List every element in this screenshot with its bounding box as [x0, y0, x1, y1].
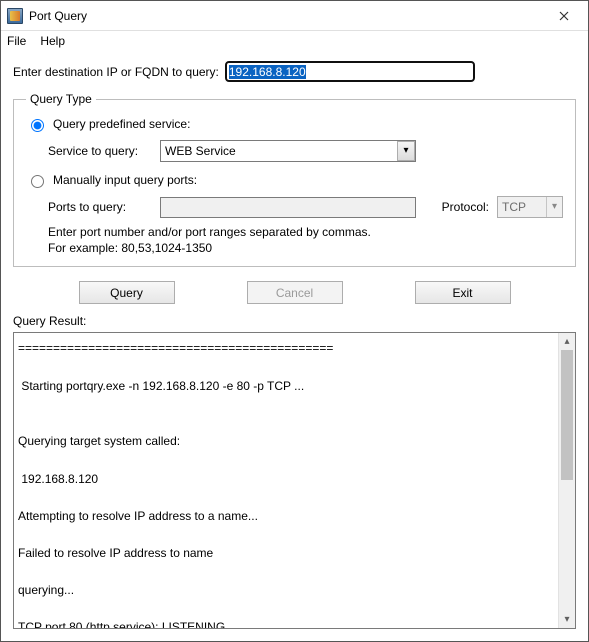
destination-row: Enter destination IP or FQDN to query: [13, 61, 576, 82]
chevron-down-icon: ▾ [403, 146, 408, 156]
destination-label: Enter destination IP or FQDN to query: [13, 65, 219, 79]
result-panel: ========================================… [13, 332, 576, 629]
result-label: Query Result: [13, 314, 576, 328]
result-scrollbar[interactable]: ▴ ▾ [558, 333, 575, 628]
scroll-down-button[interactable]: ▾ [559, 611, 575, 628]
service-select[interactable]: WEB Service ▾ [160, 140, 416, 162]
protocol-select-dropdown: ▾ [546, 197, 562, 217]
protocol-select-value: TCP [498, 200, 546, 214]
scroll-thumb[interactable] [561, 350, 573, 480]
menubar: File Help [1, 31, 588, 51]
ports-hint: Enter port number and/or port ranges sep… [48, 224, 563, 256]
ports-label: Ports to query: [48, 200, 152, 214]
result-text[interactable]: ========================================… [14, 333, 558, 628]
radio-predefined-label: Query predefined service: [53, 117, 190, 131]
scroll-up-button[interactable]: ▴ [559, 333, 575, 350]
chevron-down-icon: ▾ [552, 202, 557, 212]
radio-manual[interactable] [31, 175, 44, 188]
ports-row: Ports to query: Protocol: TCP ▾ [48, 196, 563, 218]
button-bar: Query Cancel Exit [13, 281, 576, 304]
app-window: Port Query File Help Enter destination I… [0, 0, 589, 642]
chevron-up-icon: ▴ [564, 337, 569, 347]
service-select-dropdown[interactable]: ▾ [397, 141, 415, 161]
close-button[interactable] [541, 2, 586, 30]
query-button[interactable]: Query [79, 281, 175, 304]
ports-input [160, 197, 416, 218]
protocol-select: TCP ▾ [497, 196, 563, 218]
scroll-track[interactable] [559, 350, 575, 611]
chevron-down-icon: ▾ [564, 615, 569, 625]
service-select-value: WEB Service [161, 144, 397, 158]
radio-predefined-row: Query predefined service: [26, 116, 563, 132]
protocol-label: Protocol: [442, 200, 489, 214]
radio-manual-label: Manually input query ports: [53, 173, 197, 187]
service-label: Service to query: [48, 144, 152, 158]
menu-file[interactable]: File [7, 34, 26, 48]
query-type-legend: Query Type [26, 92, 96, 106]
service-row: Service to query: WEB Service ▾ [48, 140, 563, 162]
menu-help[interactable]: Help [40, 34, 65, 48]
app-icon [7, 8, 23, 24]
destination-input[interactable] [225, 61, 475, 82]
radio-predefined[interactable] [31, 119, 44, 132]
cancel-button: Cancel [247, 281, 343, 304]
window-title: Port Query [29, 9, 541, 23]
query-type-group: Query Type Query predefined service: Ser… [13, 92, 576, 267]
close-icon [559, 11, 569, 21]
content-area: Enter destination IP or FQDN to query: Q… [1, 51, 588, 641]
exit-button[interactable]: Exit [415, 281, 511, 304]
titlebar: Port Query [1, 1, 588, 31]
radio-manual-row: Manually input query ports: [26, 172, 563, 188]
